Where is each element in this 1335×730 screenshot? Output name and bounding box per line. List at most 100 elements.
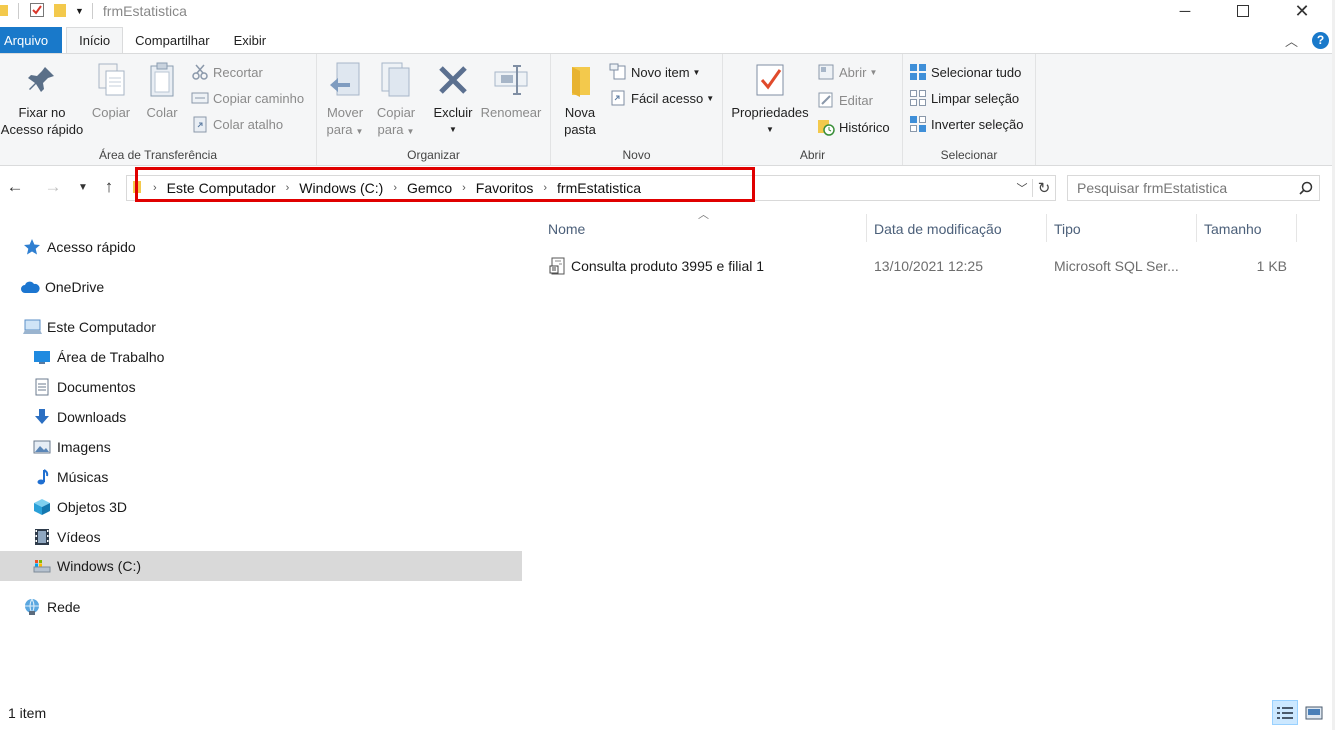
new-item-button[interactable]: Novo item ▼ bbox=[609, 61, 700, 83]
move-to-button[interactable]: Mover para ▼ bbox=[323, 60, 367, 140]
nav-desktop[interactable]: Área de Trabalho bbox=[32, 342, 502, 372]
pin-icon bbox=[24, 60, 60, 100]
nav-pictures[interactable]: Imagens bbox=[32, 432, 502, 462]
large-icons-view-button[interactable] bbox=[1301, 700, 1327, 725]
column-header-date[interactable]: Data de modificação bbox=[874, 216, 1046, 241]
close-button[interactable]: ✕ bbox=[1279, 0, 1325, 22]
easy-access-label: Fácil acesso bbox=[631, 90, 704, 106]
maximize-button[interactable] bbox=[1220, 0, 1266, 22]
new-folder-button[interactable]: Nova pasta bbox=[557, 60, 603, 138]
tab-file[interactable]: Arquivo bbox=[0, 27, 63, 53]
paste-shortcut-icon bbox=[191, 115, 209, 133]
nav-3d-objects[interactable]: Objetos 3D bbox=[32, 492, 502, 522]
copy-to-button[interactable]: Copiar para ▼ bbox=[373, 60, 419, 140]
open-button[interactable]: Abrir ▼ bbox=[817, 61, 877, 83]
new-folder-icon bbox=[562, 60, 598, 100]
nav-this-pc[interactable]: Este Computador bbox=[22, 312, 502, 342]
file-size: 1 KB bbox=[1256, 258, 1287, 274]
nav-drive-c[interactable]: Windows (C:) bbox=[0, 551, 522, 581]
clipboard-icon bbox=[144, 60, 180, 100]
history-button[interactable]: Histórico bbox=[817, 116, 890, 138]
copy-button[interactable]: Copiar bbox=[88, 60, 134, 121]
move-label-2: para ▼ bbox=[326, 122, 364, 137]
address-history-chevron-icon[interactable]: ﹀ bbox=[1012, 180, 1032, 196]
properties-dropdown-icon[interactable]: ▼ bbox=[727, 121, 813, 138]
open-group-label: Abrir bbox=[799, 148, 826, 162]
large-icons-view-icon bbox=[1305, 706, 1323, 719]
column-divider[interactable] bbox=[866, 214, 867, 242]
nav-quick-access[interactable]: Acesso rápido bbox=[22, 232, 502, 262]
forward-arrow-icon[interactable]: → bbox=[42, 176, 64, 198]
new-folder-icon[interactable] bbox=[53, 2, 67, 21]
document-icon bbox=[32, 377, 52, 397]
history-label: Histórico bbox=[839, 119, 890, 135]
collapse-ribbon-icon[interactable]: ︿ bbox=[1285, 31, 1298, 50]
paste-shortcut-button[interactable]: Colar atalho bbox=[191, 113, 283, 135]
ribbon: Fixar no Acesso rápido Copiar Colar Reco… bbox=[0, 53, 1335, 166]
computer-icon bbox=[22, 317, 42, 337]
paste-shortcut-label: Colar atalho bbox=[213, 116, 284, 132]
nav-onedrive[interactable]: OneDrive bbox=[20, 272, 500, 302]
rename-button[interactable]: Renomear bbox=[479, 60, 543, 121]
pin-label-1: Fixar no bbox=[18, 105, 66, 120]
refresh-icon[interactable]: ↻ bbox=[1033, 179, 1055, 197]
easy-access-button[interactable]: Fácil acesso ▼ bbox=[609, 87, 714, 109]
paste-label: Colar bbox=[146, 105, 178, 120]
tab-share[interactable]: Compartilhar bbox=[123, 27, 221, 53]
new-item-label: Novo item bbox=[631, 64, 690, 80]
minimize-button[interactable]: ─ bbox=[1162, 0, 1208, 22]
select-all-label: Selecionar tudo bbox=[931, 64, 1022, 80]
details-view-icon bbox=[1277, 706, 1293, 719]
search-input[interactable]: Pesquisar frmEstatistica bbox=[1068, 180, 1293, 196]
up-arrow-icon[interactable]: ↑ bbox=[98, 176, 120, 198]
nav-label: Downloads bbox=[57, 409, 127, 425]
select-none-button[interactable]: Limpar seleção bbox=[909, 87, 1019, 109]
column-divider[interactable] bbox=[1296, 214, 1297, 242]
copy-to-label-1: Copiar bbox=[376, 105, 416, 120]
nav-videos[interactable]: Vídeos bbox=[32, 522, 502, 552]
invert-selection-icon bbox=[909, 115, 927, 133]
maximize-icon bbox=[1237, 5, 1249, 17]
tab-home[interactable]: Início bbox=[66, 27, 124, 53]
nav-downloads[interactable]: Downloads bbox=[32, 402, 502, 432]
tab-view[interactable]: Exibir bbox=[222, 27, 279, 53]
nav-network[interactable]: Rede bbox=[22, 592, 502, 622]
new-item-icon bbox=[609, 63, 627, 81]
copy-path-button[interactable]: Copiar caminho bbox=[191, 87, 304, 109]
recent-locations-chevron-icon[interactable]: ▼ bbox=[72, 176, 94, 198]
delete-dropdown-icon[interactable]: ▼ bbox=[429, 121, 477, 138]
status-bar: 1 item bbox=[0, 700, 1335, 726]
nav-documents[interactable]: Documentos bbox=[32, 372, 502, 402]
edit-button[interactable]: Editar bbox=[817, 89, 873, 111]
nav-label: OneDrive bbox=[45, 279, 105, 295]
music-note-icon bbox=[32, 467, 52, 487]
search-box[interactable]: Pesquisar frmEstatistica bbox=[1067, 175, 1320, 201]
select-all-button[interactable]: Selecionar tudo bbox=[909, 61, 1021, 83]
invert-selection-button[interactable]: Inverter seleção bbox=[909, 113, 1024, 135]
nav-music[interactable]: Músicas bbox=[32, 462, 502, 492]
delete-x-icon bbox=[435, 60, 471, 100]
cut-button[interactable]: Recortar bbox=[191, 61, 263, 83]
back-arrow-icon[interactable]: ← bbox=[4, 176, 26, 198]
download-arrow-icon bbox=[32, 407, 52, 427]
details-view-button[interactable] bbox=[1272, 700, 1298, 725]
column-header-type[interactable]: Tipo bbox=[1054, 216, 1196, 241]
nav-label: Objetos 3D bbox=[57, 499, 128, 515]
pin-quick-access-button[interactable]: Fixar no Acesso rápido bbox=[0, 60, 84, 138]
column-header-size[interactable]: Tamanho bbox=[1204, 216, 1296, 241]
column-header-name[interactable]: Nome bbox=[548, 216, 866, 241]
column-divider[interactable] bbox=[1046, 214, 1047, 242]
delete-button[interactable]: Excluir ▼ bbox=[429, 60, 477, 138]
nav-label: Músicas bbox=[57, 469, 109, 485]
paste-button[interactable]: Colar bbox=[140, 60, 184, 121]
properties-check-icon[interactable] bbox=[29, 2, 45, 21]
move-to-icon bbox=[327, 60, 363, 100]
organize-group-label: Organizar bbox=[407, 148, 460, 162]
properties-button[interactable]: Propriedades ▼ bbox=[727, 60, 813, 138]
help-icon[interactable]: ? bbox=[1312, 31, 1329, 49]
network-icon bbox=[22, 597, 42, 617]
customize-dropdown-icon[interactable]: ▼ bbox=[75, 6, 84, 16]
column-divider[interactable] bbox=[1196, 214, 1197, 242]
table-row[interactable]: Consulta produto 3995 e filial 1 13/10/2… bbox=[525, 254, 1315, 278]
search-icon[interactable] bbox=[1293, 181, 1319, 195]
